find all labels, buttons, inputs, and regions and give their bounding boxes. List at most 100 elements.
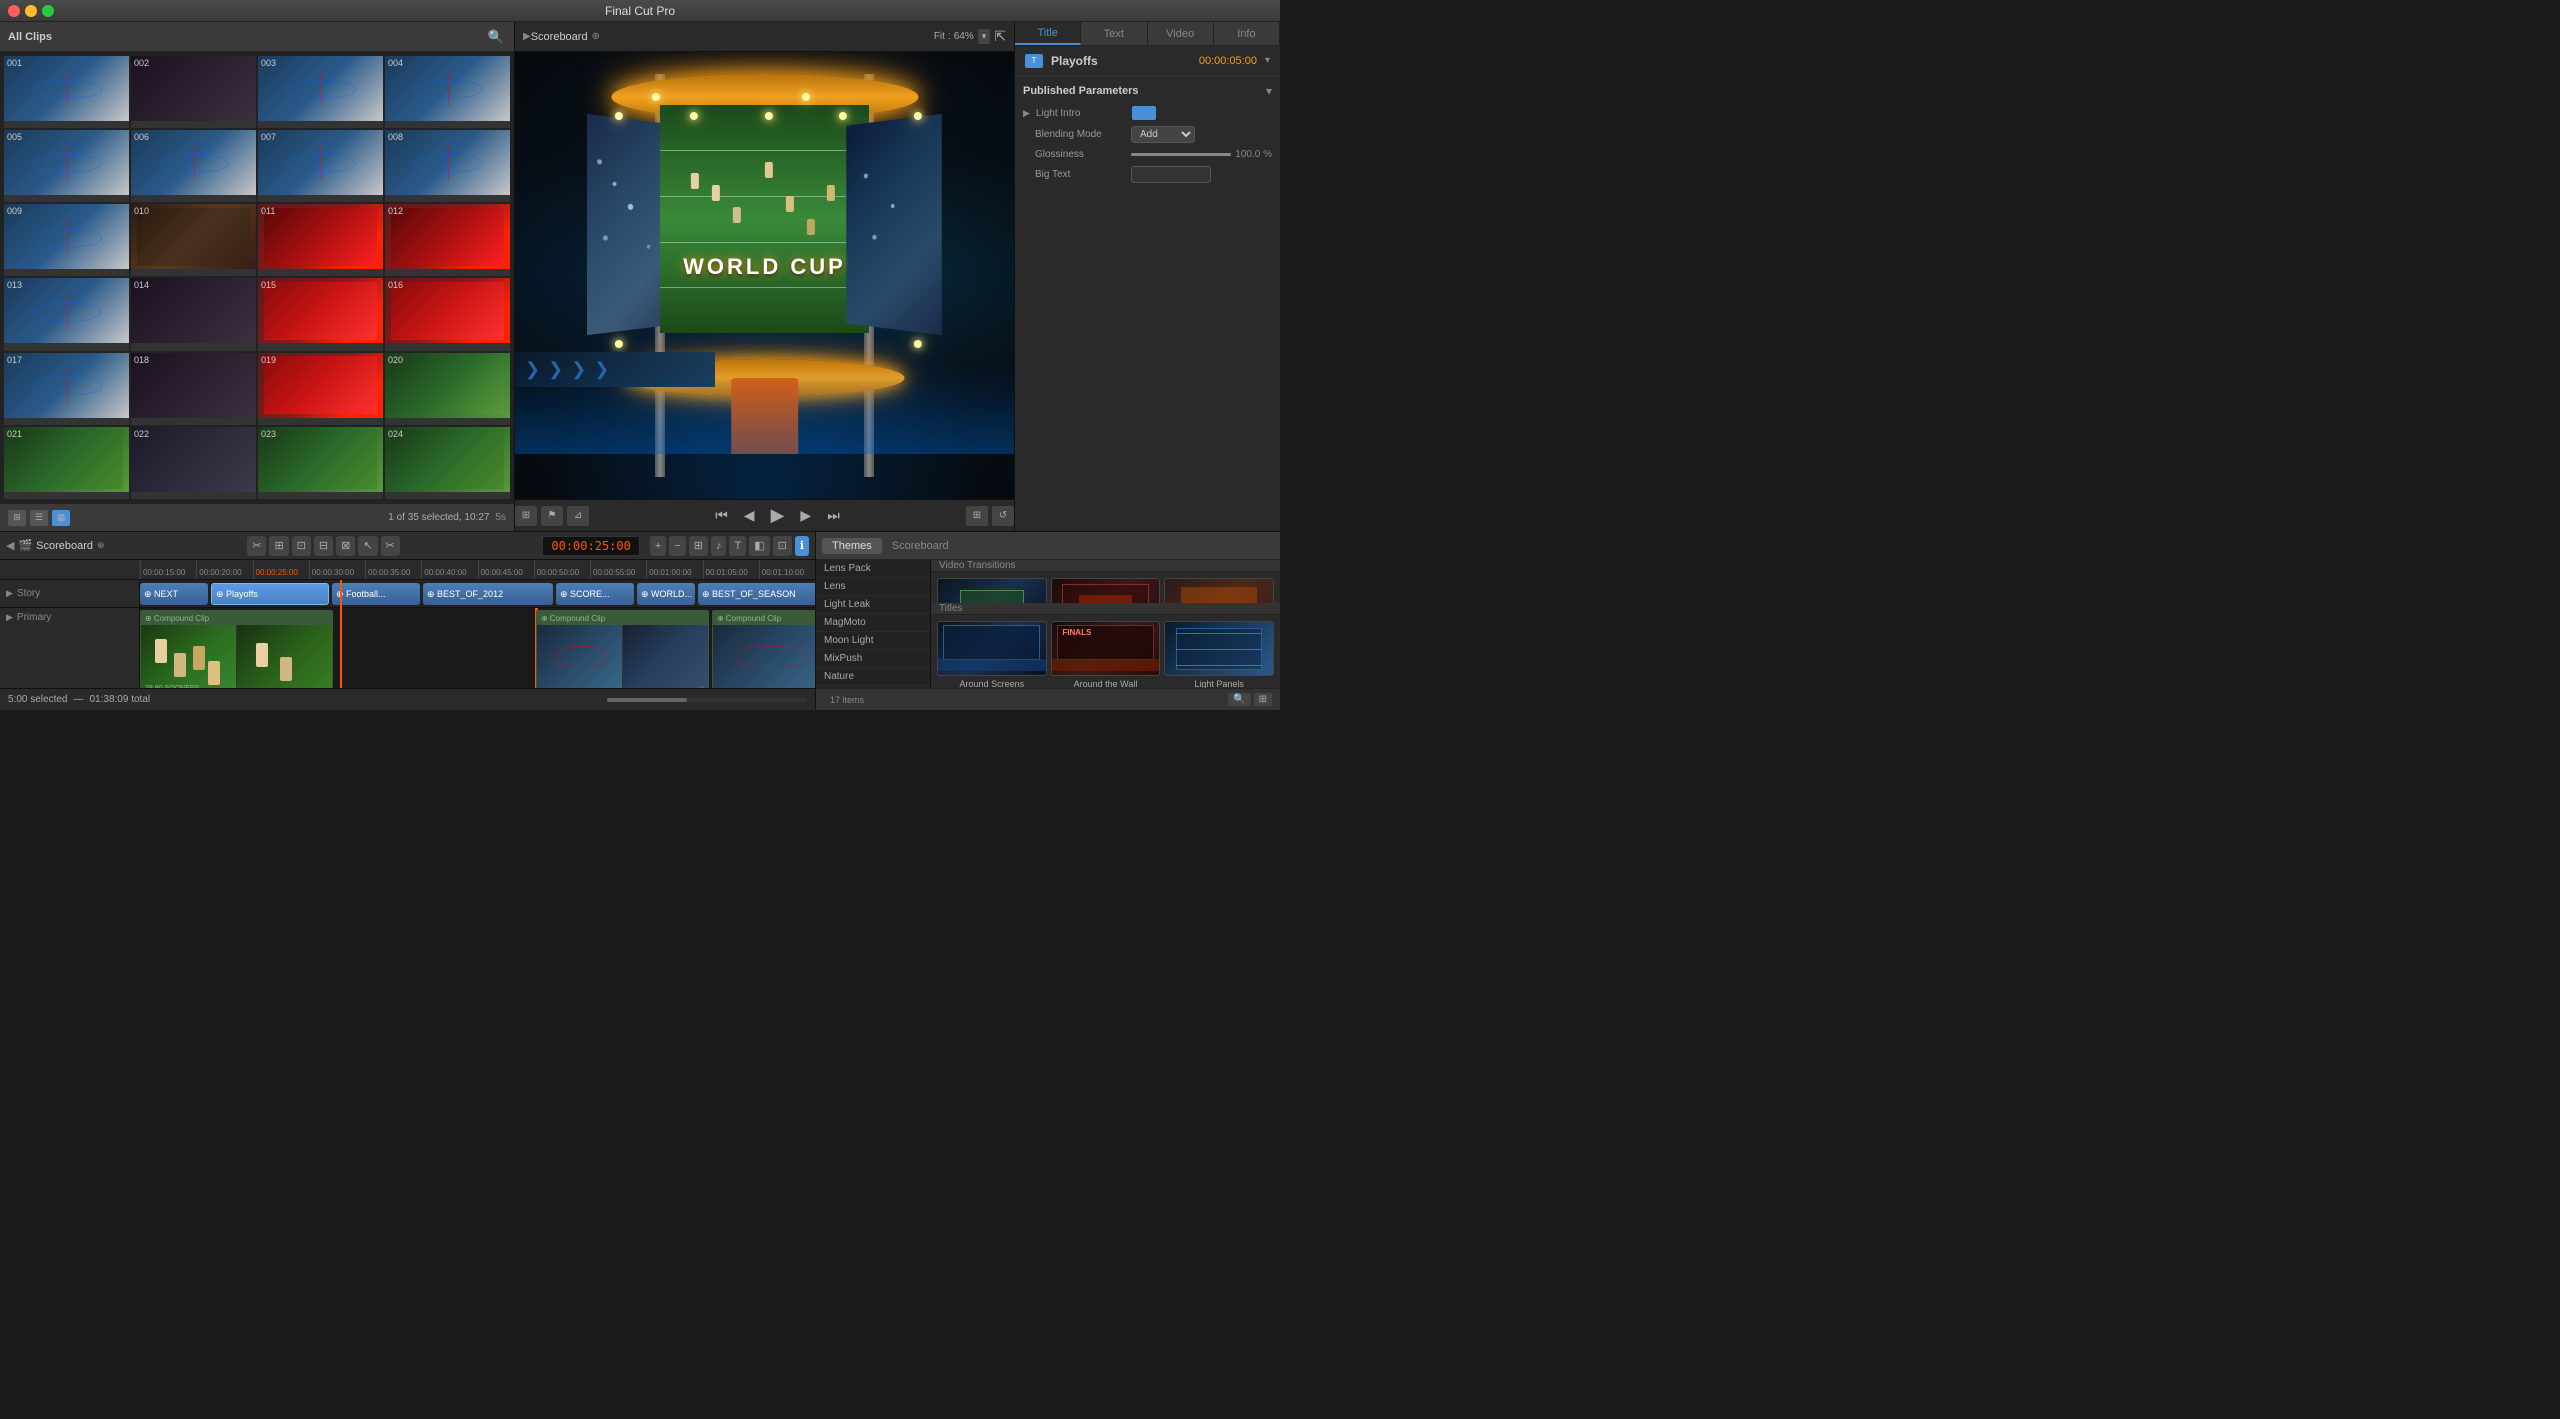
story-clip-best-season[interactable]: ⊕ BEST_OF_SEASON [698, 583, 815, 605]
theme-light-leak[interactable]: Light Leak [816, 596, 930, 614]
story-clip-next[interactable]: ⊕ NEXT [140, 583, 208, 605]
theme-moon-light[interactable]: Moon Light [816, 632, 930, 650]
search-button[interactable]: 🔍 [486, 27, 506, 47]
param-expand-light-intro[interactable]: ▶ [1023, 108, 1030, 119]
tl-zoom-in[interactable]: + [650, 536, 666, 556]
clip-item[interactable]: 019 [258, 353, 383, 425]
rewind-to-start-button[interactable]: ⏮ [709, 505, 734, 526]
tl-tool-9[interactable]: ◧ [749, 536, 769, 556]
themes-tab-themes[interactable]: Themes [822, 538, 882, 554]
theme-lens-pack[interactable]: Lens Pack [816, 560, 930, 578]
story-clip-football[interactable]: ⊕ Football... [332, 583, 420, 605]
compound-clip-2[interactable]: ⊕ Compound Clip ○ [536, 610, 709, 688]
clip-item[interactable]: 015 [258, 278, 383, 350]
clip-item[interactable]: 001 [4, 56, 129, 128]
clip-item[interactable]: 011 [258, 204, 383, 276]
clip-item[interactable]: 006 [131, 130, 256, 202]
clip-item[interactable]: 004 [385, 56, 510, 128]
clip-item[interactable]: 008 [385, 130, 510, 202]
viewer-icon-1[interactable]: ⊞ [515, 506, 537, 526]
themes-search-button[interactable]: 🔍 [1228, 693, 1250, 706]
clip-item[interactable]: 010 [131, 204, 256, 276]
play-button[interactable]: ▶ [765, 503, 791, 528]
thumb-transition-03[interactable]: Transition 03 [1164, 578, 1274, 603]
themes-toolbar: Themes Scoreboard [816, 532, 1280, 560]
theme-nature[interactable]: Nature [816, 668, 930, 686]
tl-tool-1[interactable]: ✂ [247, 536, 266, 556]
story-clip-best2012[interactable]: ⊕ BEST_OF_2012 [423, 583, 553, 605]
thumb-light-panels[interactable]: Light Panels [1164, 621, 1274, 688]
tl-tool-5[interactable]: ⊠ [336, 536, 355, 556]
clip-item[interactable]: 021 [4, 427, 129, 499]
themes-tab-scoreboard[interactable]: Scoreboard [882, 538, 959, 554]
compound-clip-3[interactable]: ⊕ Compound Clip [712, 610, 815, 688]
param-dropdown-blending[interactable]: Add Normal Multiply [1131, 126, 1195, 143]
tl-tool-8[interactable]: T [729, 536, 746, 556]
thumb-around-wall[interactable]: FINALS Around the Wall [1051, 621, 1161, 688]
view-icon-1[interactable]: ⊞ [8, 510, 26, 526]
tl-tool-blade[interactable]: ✂ [381, 536, 400, 556]
inspector-expand-button[interactable]: ▾ [1265, 55, 1270, 66]
tl-tool-4[interactable]: ⊟ [314, 536, 333, 556]
thumb-transition-01[interactable]: Transition 01 [937, 578, 1047, 603]
viewer-icon-4[interactable]: ⊞ [966, 506, 988, 526]
thumb-around-screens[interactable]: Around Screens [937, 621, 1047, 688]
clip-item[interactable]: 003 [258, 56, 383, 128]
tl-tool-3[interactable]: ⊡ [292, 536, 311, 556]
story-clip-world[interactable]: ⊕ WORLD... [637, 583, 695, 605]
story-clip-score[interactable]: ⊕ SCORE... [556, 583, 634, 605]
viewer-expand-button[interactable]: ⇱ [994, 28, 1006, 45]
thumb-transition-02[interactable]: Transition 02 [1051, 578, 1161, 603]
close-button[interactable] [8, 5, 20, 17]
tab-info[interactable]: Info [1214, 22, 1280, 45]
tl-tool-select[interactable]: ↖ [358, 536, 377, 556]
step-back-button[interactable]: ◀ [738, 505, 761, 526]
viewer-icon-2[interactable]: ⚑ [541, 506, 563, 526]
timeline-scrollbar[interactable] [607, 698, 807, 702]
story-clip-playoffs[interactable]: ⊕ Playoffs [211, 583, 329, 605]
clip-item[interactable]: 007 [258, 130, 383, 202]
viewer-icon-5[interactable]: ↺ [992, 506, 1014, 526]
clip-item[interactable]: 013 [4, 278, 129, 350]
param-input-bigtext[interactable] [1131, 166, 1211, 183]
minimize-button[interactable] [25, 5, 37, 17]
timecode-display: 00:00:25:00 [542, 536, 639, 556]
clip-item[interactable]: 005 [4, 130, 129, 202]
theme-magmoto[interactable]: MagMoto [816, 614, 930, 632]
maximize-button[interactable] [42, 5, 54, 17]
clip-item[interactable]: 017 [4, 353, 129, 425]
theme-lens[interactable]: Lens [816, 578, 930, 596]
themes-grid-button[interactable]: ⊞ [1254, 693, 1272, 706]
clip-item[interactable]: 002 [131, 56, 256, 128]
clip-item[interactable]: 012 [385, 204, 510, 276]
clip-item[interactable]: 018 [131, 353, 256, 425]
inspector-header: T Playoffs 00:00:05:00 ▾ [1015, 46, 1280, 76]
fast-forward-button[interactable]: ⏭ [821, 505, 846, 526]
clip-item[interactable]: 023 [258, 427, 383, 499]
tl-tool-2[interactable]: ⊞ [269, 536, 288, 556]
clip-item[interactable]: 014 [131, 278, 256, 350]
clip-item[interactable]: 009 [4, 204, 129, 276]
viewer-icon-3[interactable]: ⊿ [567, 506, 589, 526]
step-forward-button[interactable]: ▶ [794, 505, 817, 526]
param-color-light-intro[interactable] [1132, 106, 1156, 120]
tab-text[interactable]: Text [1081, 22, 1147, 45]
tl-tool-10[interactable]: ⊡ [773, 536, 792, 556]
tl-zoom-out[interactable]: − [669, 536, 685, 556]
clip-item[interactable]: 022 [131, 427, 256, 499]
timeline-back-button[interactable]: ◀ [6, 539, 14, 552]
clip-item[interactable]: 016 [385, 278, 510, 350]
tl-tool-7[interactable]: ♪ [711, 536, 727, 556]
published-params-expand[interactable]: ▾ [1266, 84, 1272, 98]
view-icon-2[interactable]: ☰ [30, 510, 48, 526]
tl-tool-info[interactable]: ℹ [795, 536, 809, 556]
tab-video[interactable]: Video [1148, 22, 1214, 45]
clip-item[interactable]: 024 [385, 427, 510, 499]
compound-clip-1[interactable]: ⊕ Compound Clip 28 80 SO [140, 610, 333, 688]
tl-tool-6[interactable]: ⊞ [689, 536, 708, 556]
clip-item[interactable]: 020 [385, 353, 510, 425]
tab-title[interactable]: Title [1015, 22, 1081, 45]
fit-dropdown-button[interactable]: ▾ [978, 29, 991, 44]
view-icon-3[interactable]: ▦ [52, 510, 70, 526]
theme-mixpush[interactable]: MixPush [816, 650, 930, 668]
